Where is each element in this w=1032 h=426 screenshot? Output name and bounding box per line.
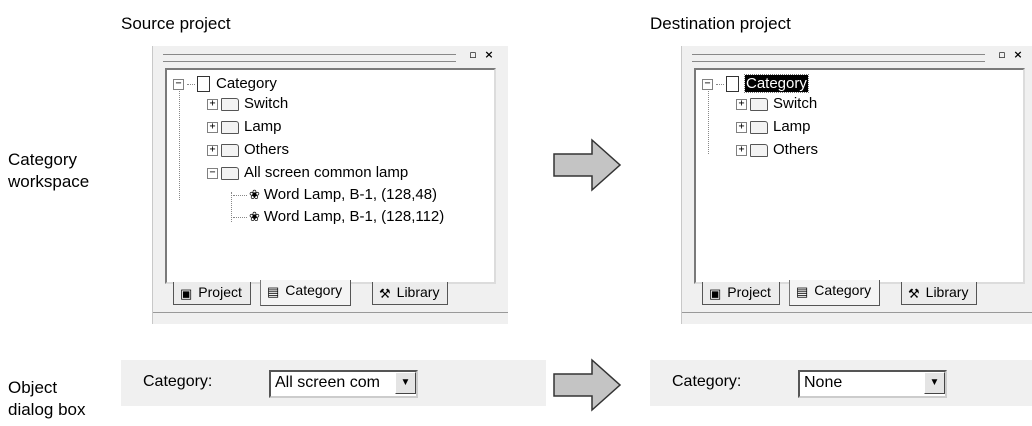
folder-icon bbox=[221, 120, 239, 134]
category-icon: ▤ bbox=[267, 283, 280, 299]
category-workspace-caption: Category workspace bbox=[8, 150, 90, 191]
workspace-tabs: ▣ Project ▤ Category ⚒ Library bbox=[694, 280, 994, 306]
object-dialog-caption: Object dialog box bbox=[8, 378, 86, 419]
titlebar-grip[interactable] bbox=[692, 54, 985, 62]
right-arrow-icon bbox=[553, 138, 622, 192]
workspace-titlebar[interactable]: ▫ × bbox=[153, 46, 508, 68]
library-tools-icon: ⚒ bbox=[908, 285, 920, 301]
collapse-icon[interactable]: − bbox=[207, 167, 218, 179]
tree-node-switch[interactable]: + Switch bbox=[736, 94, 817, 114]
workspace-tabs: ▣ Project ▤ Category ⚒ Library bbox=[165, 280, 465, 306]
expand-icon[interactable]: + bbox=[207, 98, 218, 110]
source-object-dialog: Category: All screen com ▼ bbox=[121, 360, 546, 406]
restore-icon[interactable]: ▫ bbox=[995, 48, 1009, 62]
lamp-object-icon: ❀ bbox=[249, 209, 260, 225]
expand-icon[interactable]: + bbox=[207, 144, 218, 156]
tab-category[interactable]: ▤ Category bbox=[789, 280, 881, 306]
titlebar-grip[interactable] bbox=[163, 54, 456, 62]
tree-node-lamp[interactable]: + Lamp bbox=[207, 117, 282, 137]
tree-node-word-lamp-1[interactable]: ❀ Word Lamp, B-1, (128,48) bbox=[233, 185, 437, 205]
tree-node-others[interactable]: + Others bbox=[207, 140, 289, 160]
folder-icon bbox=[221, 143, 239, 157]
destination-object-dialog: Category: None ▼ bbox=[650, 360, 1032, 406]
tab-library[interactable]: ⚒ Library bbox=[372, 282, 449, 305]
close-icon[interactable]: × bbox=[482, 48, 496, 62]
tree-node-others[interactable]: + Others bbox=[736, 140, 818, 160]
folder-icon bbox=[750, 143, 768, 157]
tree-node-category-root[interactable]: − Category bbox=[702, 74, 809, 94]
tree-node-category-root[interactable]: − Category bbox=[173, 74, 277, 94]
expand-icon[interactable]: + bbox=[736, 144, 747, 156]
folder-icon bbox=[750, 120, 768, 134]
tab-project[interactable]: ▣ Project bbox=[173, 282, 251, 305]
tree-node-switch[interactable]: + Switch bbox=[207, 94, 288, 114]
destination-category-workspace: ▫ × − Category + Switch + Lamp + Others ▣ Pro… bbox=[681, 46, 1032, 324]
tree-node-word-lamp-2[interactable]: ❀ Word Lamp, B-1, (128,112) bbox=[233, 207, 444, 227]
dropdown-arrow-icon[interactable]: ▼ bbox=[395, 372, 416, 394]
category-label: Category: bbox=[143, 373, 213, 390]
workspace-titlebar[interactable]: ▫ × bbox=[682, 46, 1032, 68]
right-arrow-icon bbox=[553, 358, 622, 412]
expand-icon[interactable]: + bbox=[736, 98, 747, 110]
tree-node-all-screen-common-lamp[interactable]: − All screen common lamp bbox=[207, 163, 408, 183]
category-doc-icon bbox=[726, 76, 739, 93]
expand-icon[interactable]: + bbox=[736, 121, 747, 133]
library-tools-icon: ⚒ bbox=[379, 285, 391, 301]
category-tree[interactable]: − Category + Switch + Lamp + Others − All scr… bbox=[165, 68, 496, 284]
source-project-caption: Source project bbox=[121, 14, 231, 33]
folder-icon bbox=[221, 97, 239, 111]
category-label: Category: bbox=[672, 373, 742, 390]
tab-library[interactable]: ⚒ Library bbox=[901, 282, 978, 305]
tree-node-lamp[interactable]: + Lamp bbox=[736, 117, 811, 137]
close-icon[interactable]: × bbox=[1011, 48, 1025, 62]
dropdown-arrow-icon[interactable]: ▼ bbox=[924, 372, 945, 394]
tab-category[interactable]: ▤ Category bbox=[260, 280, 352, 306]
collapse-icon[interactable]: − bbox=[173, 78, 184, 90]
category-combobox[interactable]: All screen com ▼ bbox=[269, 370, 418, 398]
expand-icon[interactable]: + bbox=[207, 121, 218, 133]
category-doc-icon bbox=[197, 76, 210, 93]
restore-icon[interactable]: ▫ bbox=[466, 48, 480, 62]
category-icon: ▤ bbox=[796, 283, 809, 299]
folder-icon bbox=[221, 166, 239, 180]
project-icon: ▣ bbox=[709, 285, 722, 301]
source-category-workspace: ▫ × − Category + Switch + Lamp + Others − All… bbox=[152, 46, 508, 324]
collapse-icon[interactable]: − bbox=[702, 78, 713, 90]
destination-project-caption: Destination project bbox=[650, 14, 791, 33]
lamp-object-icon: ❀ bbox=[249, 187, 260, 203]
category-combobox[interactable]: None ▼ bbox=[798, 370, 947, 398]
tab-project[interactable]: ▣ Project bbox=[702, 282, 780, 305]
folder-icon bbox=[750, 97, 768, 111]
project-icon: ▣ bbox=[180, 285, 193, 301]
category-tree[interactable]: − Category + Switch + Lamp + Others bbox=[694, 68, 1025, 284]
